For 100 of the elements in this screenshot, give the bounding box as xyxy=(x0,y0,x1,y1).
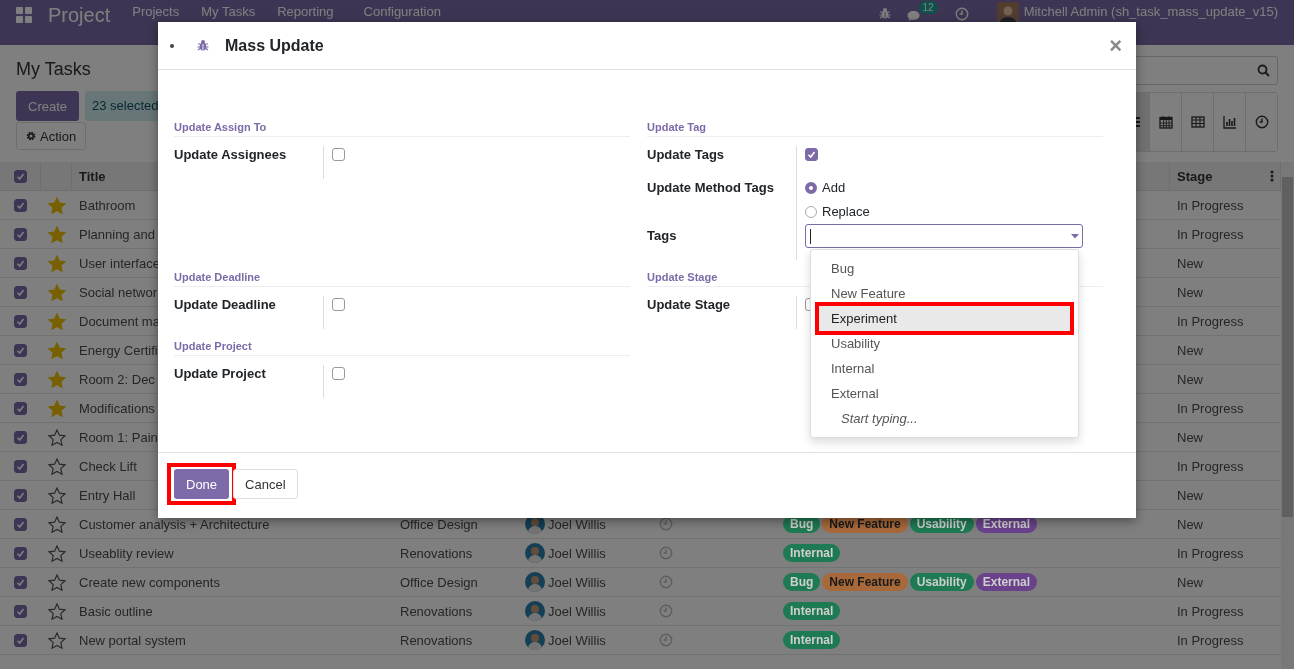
row-checkbox[interactable] xyxy=(14,459,27,473)
row-checkbox[interactable] xyxy=(14,198,27,212)
notification-badge: 12 xyxy=(918,1,938,14)
task-title: Room 1: Pain xyxy=(79,429,158,445)
avatar xyxy=(525,601,545,621)
row-checkbox[interactable] xyxy=(14,575,27,589)
row-checkbox[interactable] xyxy=(14,604,27,618)
checkbox[interactable] xyxy=(332,298,345,311)
row-checkbox[interactable] xyxy=(14,401,27,415)
star-icon[interactable] xyxy=(48,254,66,272)
calendar-view-icon xyxy=(1158,115,1173,129)
star-icon[interactable] xyxy=(48,399,66,417)
dropdown-option[interactable]: Usability xyxy=(818,331,1071,356)
star-icon[interactable] xyxy=(48,312,66,330)
select-all-checkbox[interactable] xyxy=(13,169,27,183)
view-button[interactable] xyxy=(1245,93,1277,151)
star-outline-icon[interactable] xyxy=(48,457,66,475)
star-outline-icon[interactable] xyxy=(48,631,66,649)
stage-name: New xyxy=(1177,342,1203,358)
star-icon[interactable] xyxy=(48,370,66,388)
clock-icon[interactable] xyxy=(659,517,673,531)
row-checkbox[interactable] xyxy=(14,256,27,270)
row-checkbox[interactable] xyxy=(14,285,27,299)
check-icon xyxy=(807,150,816,159)
tag: Bug xyxy=(783,573,821,591)
action-button[interactable]: Action xyxy=(16,122,87,150)
star-icon[interactable] xyxy=(48,196,66,214)
star-outline-icon[interactable] xyxy=(48,573,66,591)
star-outline-icon[interactable] xyxy=(48,602,66,620)
scrollbar[interactable] xyxy=(1281,162,1294,669)
check-icon xyxy=(16,287,25,297)
row-checkbox[interactable] xyxy=(14,546,27,560)
stage-name: In Progress xyxy=(1177,603,1244,619)
bug-icon[interactable] xyxy=(878,7,891,20)
tag: New Feature xyxy=(822,573,908,591)
star-outline-icon[interactable] xyxy=(48,486,66,504)
star-icon[interactable] xyxy=(48,341,66,359)
menu-item[interactable]: Reporting xyxy=(277,4,334,20)
dropdown-option[interactable]: Bug xyxy=(818,256,1071,281)
dropdown-option[interactable]: External xyxy=(818,381,1071,406)
activity-view-icon xyxy=(1254,115,1269,129)
dropdown-option[interactable]: New Feature xyxy=(818,281,1071,306)
cancel-button[interactable]: Cancel xyxy=(233,469,298,499)
task-title: Useablity review xyxy=(79,545,174,561)
field-label: Update Deadline xyxy=(174,296,324,329)
column-header[interactable]: Stage xyxy=(1177,168,1213,184)
radio-label[interactable]: Replace xyxy=(822,203,870,221)
row-checkbox[interactable] xyxy=(14,343,27,357)
row-checkbox[interactable] xyxy=(14,633,27,647)
star-icon[interactable] xyxy=(48,283,66,301)
close-button[interactable]: × xyxy=(1109,34,1122,57)
stage-name: New xyxy=(1177,284,1203,300)
tags-input[interactable] xyxy=(805,224,1083,248)
field-label: Update Method Tags xyxy=(647,179,797,227)
stage-name: New xyxy=(1177,574,1203,590)
user-avatar[interactable] xyxy=(996,2,1019,24)
chat-icon[interactable] xyxy=(906,10,920,22)
stage-name: In Progress xyxy=(1177,632,1244,648)
apps-icon[interactable] xyxy=(16,7,32,23)
check-icon xyxy=(16,548,25,558)
row-checkbox[interactable] xyxy=(14,314,27,328)
row-checkbox[interactable] xyxy=(14,430,27,444)
row-checkbox[interactable] xyxy=(14,517,27,531)
radio-label[interactable]: Add xyxy=(822,179,846,197)
assignee-name: Joel Willis xyxy=(548,603,606,619)
star-outline-icon[interactable] xyxy=(48,428,66,446)
radio-button[interactable] xyxy=(805,182,817,194)
field-label: Update Tags xyxy=(647,146,797,179)
star-icon[interactable] xyxy=(48,225,66,243)
row-checkbox[interactable] xyxy=(14,488,27,502)
dot-icon xyxy=(170,43,174,48)
page-title: My Tasks xyxy=(16,58,92,81)
checkbox[interactable] xyxy=(332,148,345,161)
star-outline-icon[interactable] xyxy=(48,515,66,533)
star-outline-icon[interactable] xyxy=(48,544,66,562)
row-checkbox[interactable] xyxy=(14,372,27,386)
column-header[interactable]: Title xyxy=(79,168,106,184)
check-icon xyxy=(16,432,25,442)
checkbox[interactable] xyxy=(805,148,818,161)
task-title: Customer analysis + Architecture xyxy=(79,516,270,532)
field-label: Tags xyxy=(647,227,797,260)
stage-name: New xyxy=(1177,429,1203,445)
kebab-icon[interactable] xyxy=(1270,170,1274,182)
done-button[interactable]: Done xyxy=(174,469,230,499)
app-name[interactable]: Project xyxy=(48,4,111,26)
check-icon xyxy=(16,577,25,587)
user-name[interactable]: Mitchell Admin (sh_task_mass_update_v15) xyxy=(1023,4,1278,20)
dropdown-option[interactable]: Internal xyxy=(818,356,1071,381)
menu-item[interactable]: Projects xyxy=(132,4,180,20)
avatar xyxy=(525,630,545,650)
task-title: Modifications xyxy=(79,400,155,416)
menu-item[interactable]: Configuration xyxy=(363,4,441,20)
menu-item[interactable]: My Tasks xyxy=(201,4,256,20)
radio-button[interactable] xyxy=(805,206,817,218)
caret-icon[interactable] xyxy=(1071,233,1079,239)
create-button[interactable]: Create xyxy=(16,91,80,121)
row-checkbox[interactable] xyxy=(14,227,27,241)
project-name: Renovations xyxy=(400,632,473,648)
checkbox[interactable] xyxy=(332,367,345,380)
task-title: New portal system xyxy=(79,632,186,648)
